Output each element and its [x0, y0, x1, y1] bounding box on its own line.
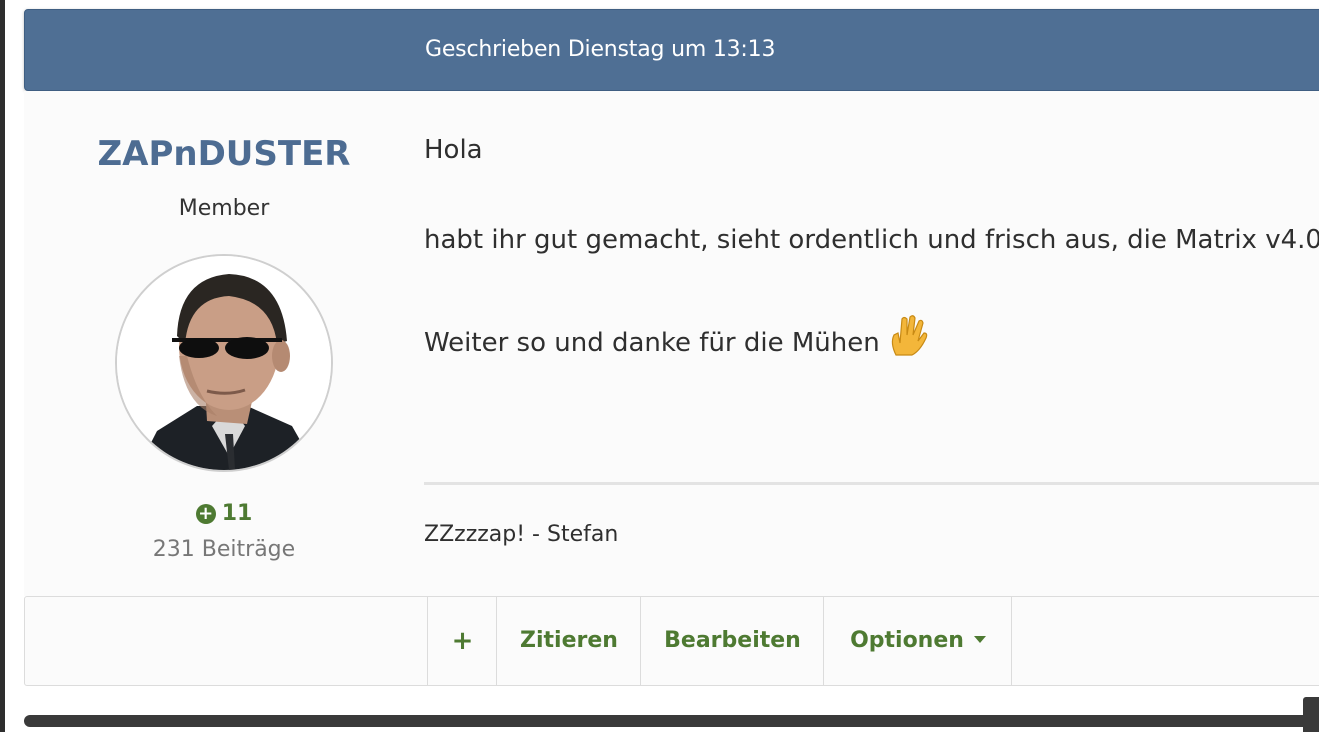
post-date: Geschrieben Dienstag um 13:13 [425, 37, 776, 62]
post-header: Geschrieben Dienstag um 13:13 [24, 9, 1319, 91]
reputation-value: 11 [221, 501, 253, 526]
author-panel: ZAPnDUSTER Member + 11 231 Beiträge [24, 91, 424, 596]
caret-down-icon [973, 636, 986, 643]
scrollbar-handle[interactable] [1303, 697, 1319, 732]
edit-button[interactable]: Bearbeiten [640, 597, 824, 685]
author-role: Member [178, 196, 270, 221]
reputation: +11 [24, 501, 424, 526]
left-border [0, 0, 5, 732]
horizontal-scrollbar[interactable] [24, 715, 1314, 727]
post-paragraph: Weiter so und danke für die Mühen [424, 313, 930, 364]
post-paragraph: Hola [424, 135, 483, 165]
post-paragraph: habt ihr gut gemacht, sieht ordentlich u… [424, 225, 1319, 255]
author-name-link[interactable]: ZAPnDUSTER [24, 134, 424, 174]
like-button[interactable]: + [427, 597, 497, 685]
post-paragraph-text: Weiter so und danke für die Mühen [424, 328, 880, 358]
signature: ZZzzzap! - Stefan [424, 522, 619, 547]
vulcan-salute-emoji-icon [886, 313, 930, 364]
quote-button[interactable]: Zitieren [496, 597, 641, 685]
options-label: Optionen [850, 628, 964, 653]
signature-divider [424, 482, 1319, 485]
avatar[interactable] [115, 254, 333, 472]
plus-circle-icon: + [195, 504, 216, 524]
avatar-image [117, 256, 331, 470]
toolbar-divider [1011, 597, 1012, 685]
post-actions-toolbar: + Zitieren Bearbeiten Optionen [24, 596, 1319, 686]
options-dropdown-button[interactable]: Optionen [823, 597, 1012, 685]
posts-count: 231 Beiträge [152, 537, 296, 562]
